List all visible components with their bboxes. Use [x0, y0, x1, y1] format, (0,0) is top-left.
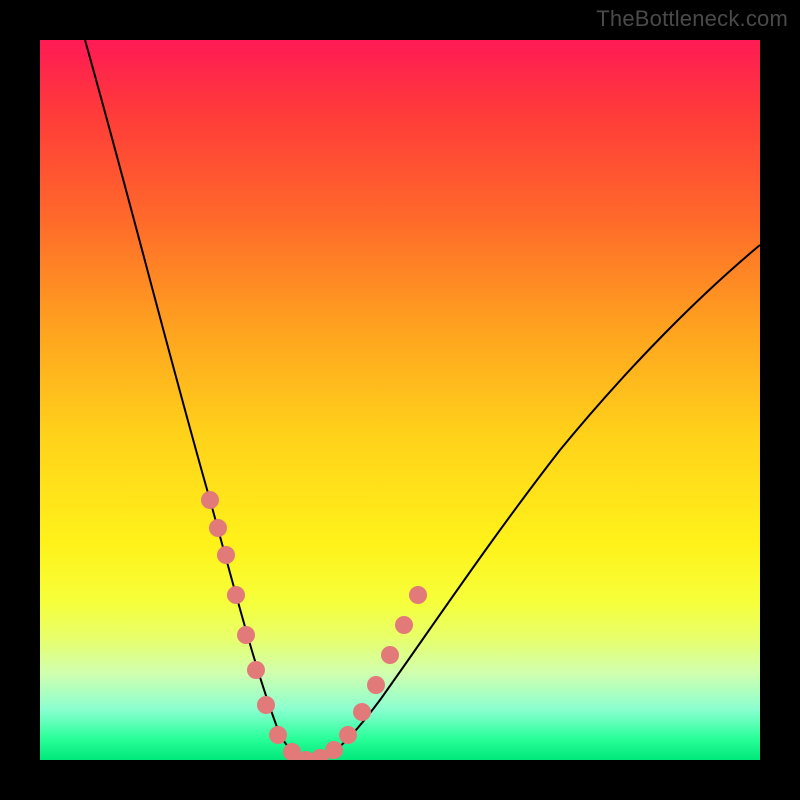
- curve-left-branch: [85, 40, 312, 760]
- watermark-text: TheBottleneck.com: [596, 6, 788, 32]
- marker-dot: [339, 726, 357, 744]
- marker-dot: [257, 696, 275, 714]
- marker-dot: [367, 676, 385, 694]
- marker-dot: [209, 519, 227, 537]
- chart-frame: TheBottleneck.com: [0, 0, 800, 800]
- marker-dot: [227, 586, 245, 604]
- marker-dot: [237, 626, 255, 644]
- marker-dot: [353, 703, 371, 721]
- plot-area: [40, 40, 760, 760]
- marker-dot: [201, 491, 219, 509]
- marker-dot: [381, 646, 399, 664]
- marker-dot: [247, 661, 265, 679]
- marker-dot: [217, 546, 235, 564]
- marker-dot: [395, 616, 413, 634]
- curve-layer: [40, 40, 760, 760]
- marker-dots-group: [201, 491, 427, 760]
- marker-dot: [325, 741, 343, 759]
- marker-dot: [269, 726, 287, 744]
- marker-dot: [409, 586, 427, 604]
